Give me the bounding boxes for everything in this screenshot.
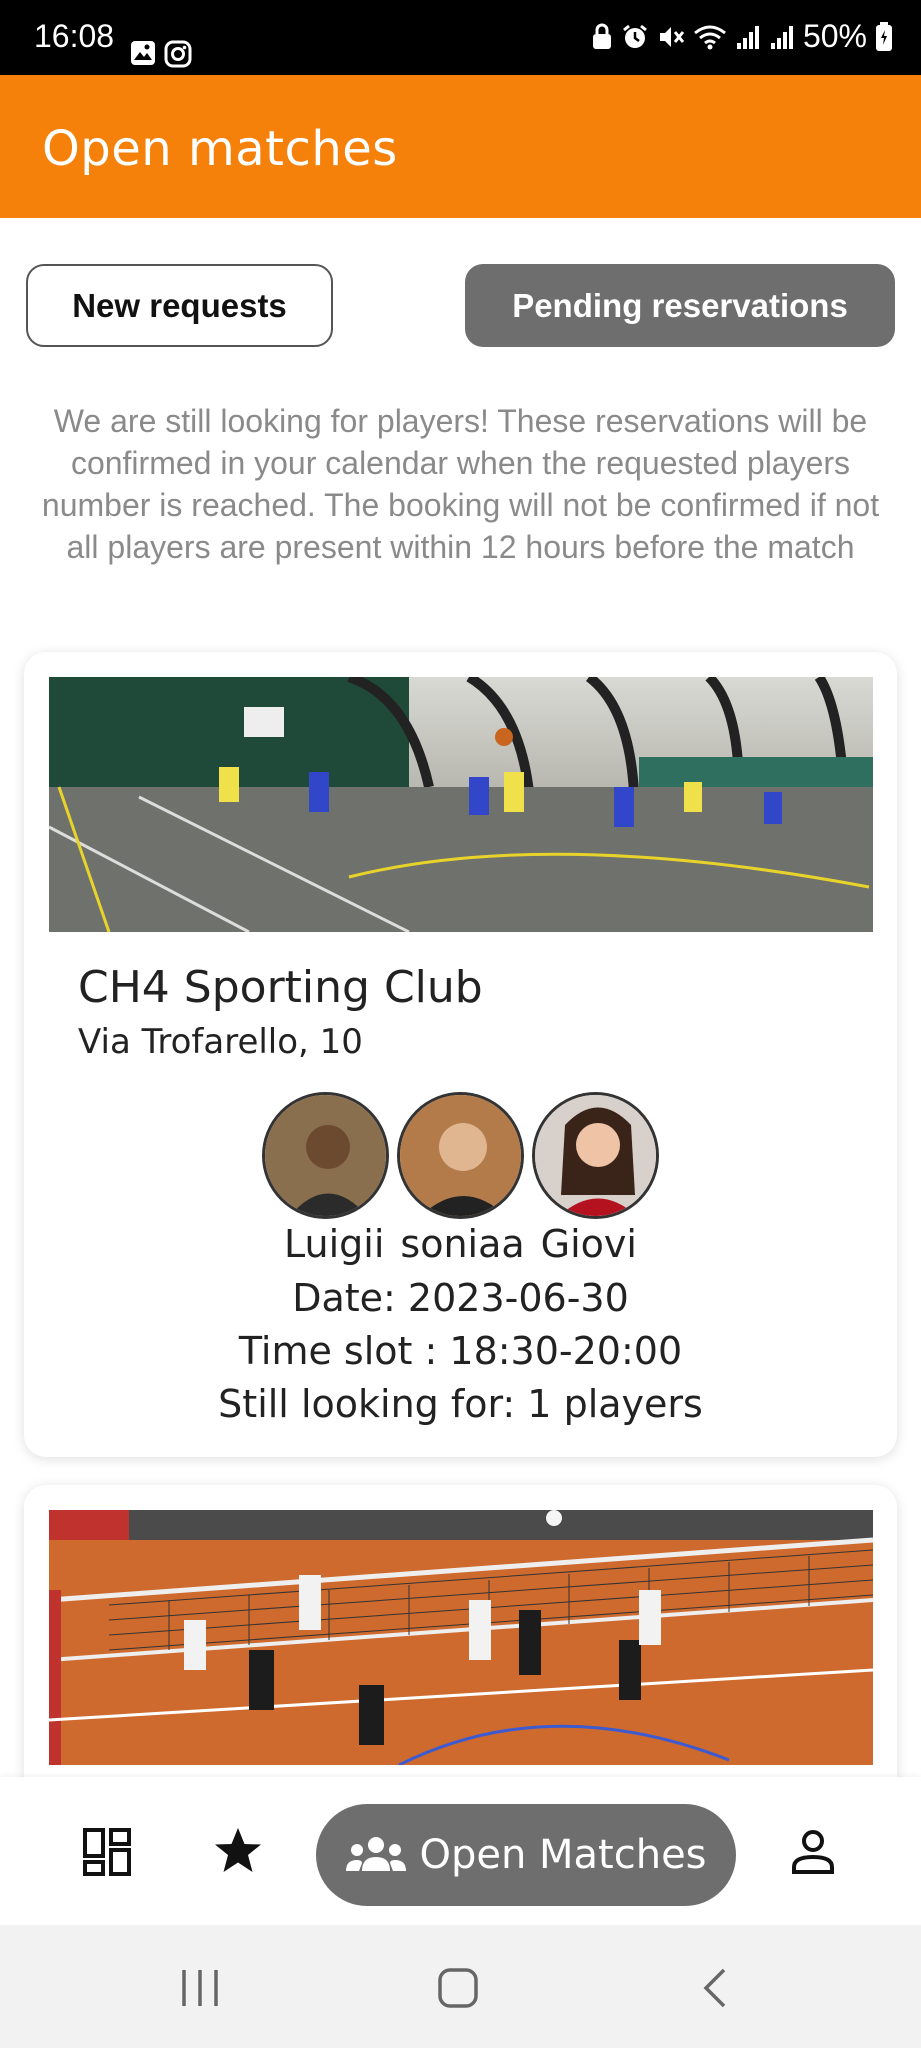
star-icon[interactable] bbox=[212, 1825, 264, 1877]
match-time-slot: Time slot : 18:30-20:00 bbox=[238, 1329, 683, 1373]
wifi-icon bbox=[694, 25, 726, 49]
match-date: Date: 2023-06-30 bbox=[292, 1276, 629, 1320]
back-icon[interactable] bbox=[700, 1968, 730, 2008]
pending-reservations-button[interactable]: Pending reservations bbox=[465, 264, 895, 347]
avatar[interactable] bbox=[397, 1092, 524, 1219]
signal-icon bbox=[736, 25, 759, 49]
open-matches-tab[interactable]: Open Matches bbox=[316, 1804, 736, 1906]
player-avatars bbox=[24, 1092, 897, 1219]
battery-percent: 50% bbox=[802, 18, 867, 54]
alarm-icon bbox=[623, 24, 647, 48]
person-icon[interactable] bbox=[790, 1829, 836, 1875]
player-name: Luigii bbox=[284, 1222, 385, 1266]
signal-icon bbox=[770, 25, 793, 49]
player-name: soniaa bbox=[400, 1222, 525, 1266]
page-title: Open matches bbox=[42, 121, 398, 177]
instagram-icon bbox=[164, 40, 192, 68]
club-address: Via Trofarello, 10 bbox=[78, 1022, 363, 1062]
still-looking-for: Still looking for: 1 players bbox=[218, 1382, 703, 1426]
lock-icon bbox=[592, 23, 611, 49]
new-requests-button[interactable]: New requests bbox=[26, 264, 333, 347]
recent-apps-icon[interactable] bbox=[180, 1968, 220, 2008]
player-name: Giovi bbox=[540, 1222, 637, 1266]
avatar[interactable] bbox=[532, 1092, 659, 1219]
basketball-court-photo bbox=[49, 677, 873, 932]
avatar[interactable] bbox=[262, 1092, 389, 1219]
match-card[interactable]: CH4 Sporting Club Via Trofarello, 10 Lui… bbox=[24, 652, 897, 1457]
home-icon[interactable] bbox=[438, 1968, 478, 2008]
system-nav-bar bbox=[0, 1925, 921, 2048]
group-icon bbox=[346, 1837, 407, 1871]
open-matches-label: Open Matches bbox=[419, 1832, 707, 1878]
app-bar: Open matches bbox=[0, 75, 921, 218]
volleyball-court-photo bbox=[49, 1510, 873, 1765]
gallery-icon bbox=[131, 41, 155, 65]
battery-icon bbox=[876, 21, 892, 51]
dashboard-icon[interactable] bbox=[82, 1827, 132, 1877]
info-message: We are still looking for players! These … bbox=[41, 403, 880, 565]
mute-icon bbox=[659, 26, 685, 47]
club-name: CH4 Sporting Club bbox=[78, 962, 483, 1013]
bottom-nav: Open Matches bbox=[0, 1777, 921, 1925]
status-time: 16:08 bbox=[34, 18, 115, 54]
player-names: Luigii soniaa Giovi bbox=[24, 1222, 897, 1266]
status-bar: 16:08 50% bbox=[0, 0, 921, 75]
